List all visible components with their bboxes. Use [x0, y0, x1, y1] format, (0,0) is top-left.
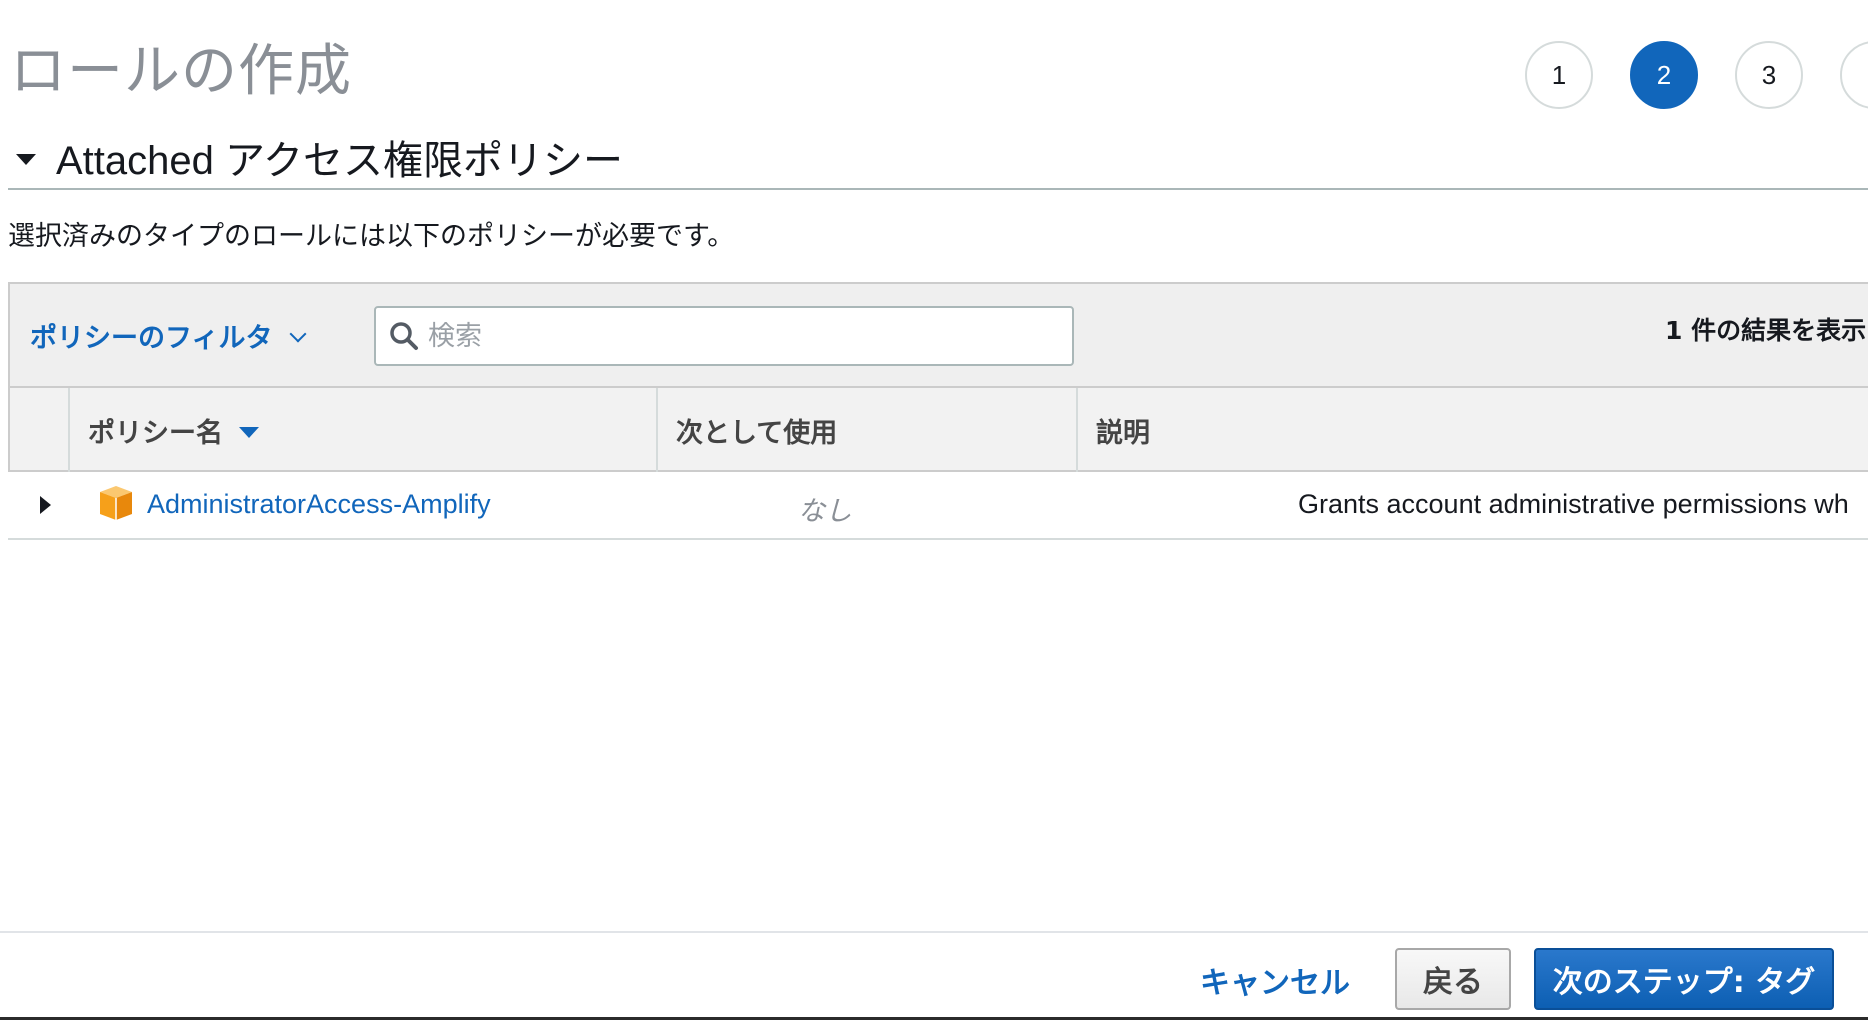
table-row: AdministratorAccess-Amplify なし Grants ac…	[8, 472, 1868, 540]
search-icon	[390, 322, 418, 350]
table-toolbar: ポリシーのフィルタ 1 件の結果を表示	[8, 282, 1868, 386]
search-input[interactable]	[426, 319, 1050, 353]
section-title: Attached アクセス権限ポリシー	[56, 139, 624, 183]
page-title: ロールの作成	[10, 39, 352, 104]
caret-right-icon[interactable]	[40, 496, 51, 514]
policy-filter-label: ポリシーのフィルタ	[30, 323, 273, 354]
section-description: 選択済みのタイプのロールには以下のポリシーが必要です。	[8, 221, 735, 252]
column-header-used-as: 次として使用	[656, 388, 1076, 472]
create-role-page: ロールの作成 1 2 3 Attached アクセス権限ポリシー 選択済みのタイ…	[0, 0, 1868, 1020]
step-2-current[interactable]: 2	[1630, 41, 1698, 109]
search-box[interactable]	[374, 306, 1074, 366]
policy-filter-dropdown[interactable]: ポリシーのフィルタ	[30, 316, 307, 355]
section-divider	[8, 188, 1868, 190]
footer-divider	[0, 931, 1868, 933]
back-button[interactable]: 戻る	[1395, 948, 1511, 1010]
step-1[interactable]: 1	[1525, 41, 1593, 109]
section-header[interactable]: Attached アクセス権限ポリシー	[10, 128, 623, 186]
policy-used-as: なし	[798, 496, 852, 527]
caret-down-icon[interactable]	[16, 153, 36, 165]
cancel-button[interactable]: キャンセル	[1200, 958, 1350, 1002]
step-3[interactable]: 3	[1735, 41, 1803, 109]
step-4[interactable]	[1840, 41, 1868, 109]
policy-description: Grants account administrative permission…	[1298, 489, 1849, 519]
policy-table: ポリシーのフィルタ 1 件の結果を表示 ポリシー名 次として使用 説明	[8, 282, 1868, 540]
column-header-description: 説明	[1076, 388, 1868, 472]
policy-name-link[interactable]: AdministratorAccess-Amplify	[147, 489, 491, 520]
aws-cube-icon	[100, 486, 132, 520]
results-count: 1 件の結果を表示	[1665, 316, 1867, 345]
header-expand-column	[10, 388, 68, 472]
column-header-policy-name-label: ポリシー名	[88, 417, 223, 449]
next-step-tags-button[interactable]: 次のステップ: タグ	[1534, 948, 1834, 1010]
sort-descending-icon	[239, 426, 259, 438]
table-header-row: ポリシー名 次として使用 説明	[8, 386, 1868, 472]
chevron-down-icon	[289, 325, 307, 342]
column-header-policy-name[interactable]: ポリシー名	[68, 388, 656, 472]
